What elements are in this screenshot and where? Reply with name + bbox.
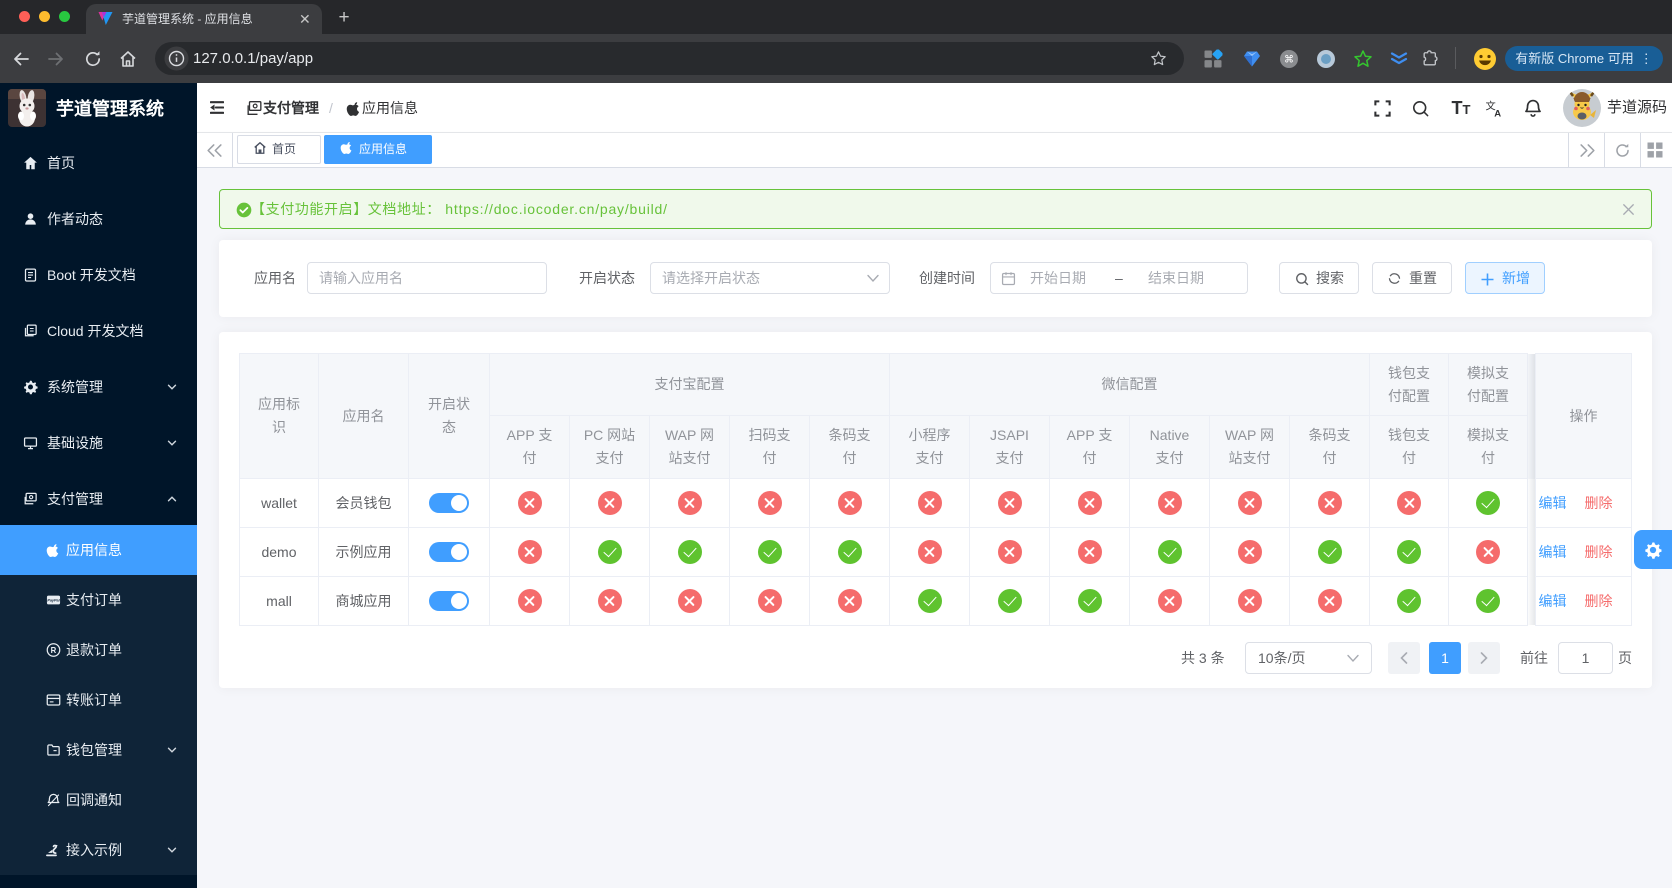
svg-text:⌘: ⌘ (1284, 55, 1294, 66)
svg-text:PayPal: PayPal (47, 599, 60, 603)
svg-text:A: A (1494, 108, 1501, 118)
svg-text:R: R (51, 646, 57, 655)
